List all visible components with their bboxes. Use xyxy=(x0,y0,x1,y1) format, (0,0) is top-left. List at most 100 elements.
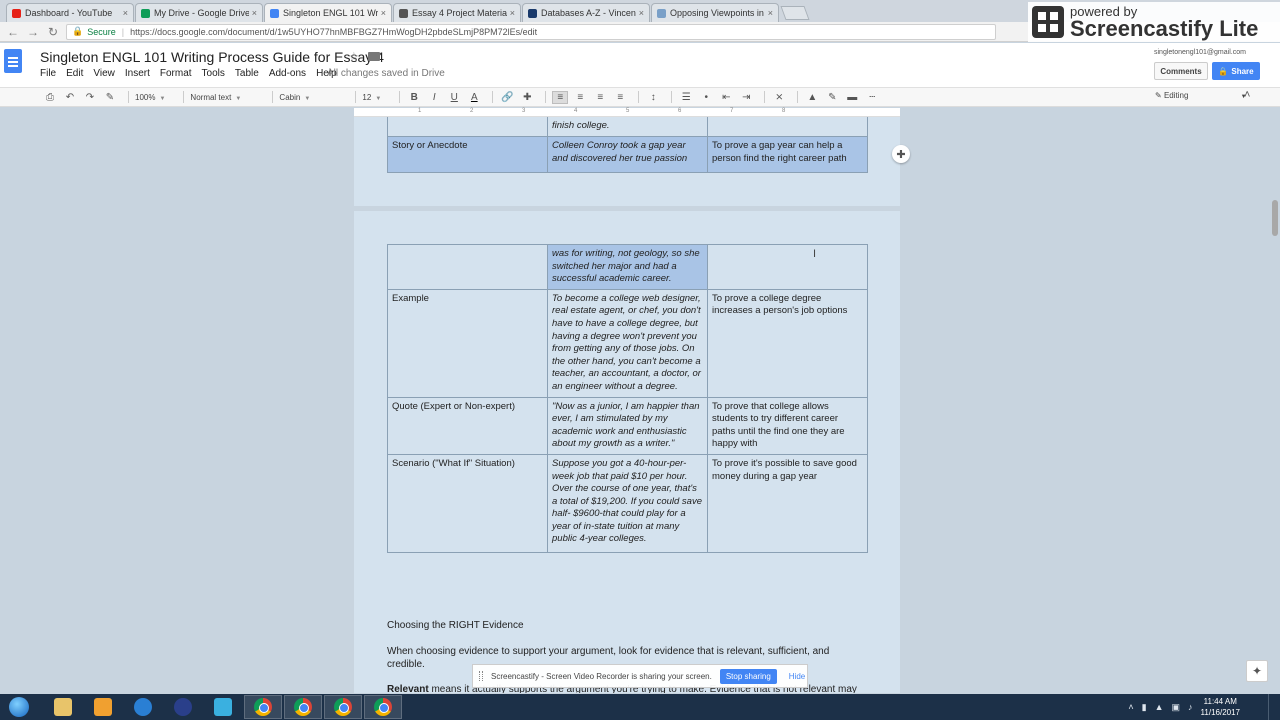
url-input[interactable]: 🔒 Secure | https://docs.google.com/docum… xyxy=(66,23,996,40)
menu-item-format[interactable]: Format xyxy=(160,68,192,79)
table-cell[interactable]: Story or Anecdote xyxy=(387,136,548,173)
share-button[interactable]: 🔒 Share xyxy=(1212,62,1260,80)
bulleted-list-icon[interactable]: • xyxy=(698,92,714,103)
table-row[interactable]: finish college. xyxy=(387,117,868,137)
section-title[interactable]: Choosing the RIGHT Evidence xyxy=(387,620,524,631)
close-icon[interactable]: × xyxy=(123,8,128,18)
show-desktop-button[interactable] xyxy=(1268,694,1280,720)
zoom-select[interactable]: 100% ▼ xyxy=(135,93,165,102)
align-center-icon[interactable]: ≡ xyxy=(572,92,588,103)
font-size-select[interactable]: 12 ▼ xyxy=(362,93,381,102)
bold-icon[interactable]: B xyxy=(406,92,422,103)
hide-button[interactable]: Hide xyxy=(789,672,805,681)
forward-icon[interactable]: → xyxy=(26,25,40,39)
display-icon[interactable]: ▣ xyxy=(1172,702,1181,713)
table-cell[interactable] xyxy=(707,117,868,137)
ruler[interactable]: 1 2 3 4 5 6 7 8 xyxy=(354,108,900,117)
scrollbar[interactable] xyxy=(1272,200,1278,236)
volume-icon[interactable]: ♪ xyxy=(1188,702,1193,712)
taskbar-chrome[interactable] xyxy=(364,695,402,719)
table-row[interactable]: Quote (Expert or Non-expert) "Now as a ju… xyxy=(387,396,868,455)
menu-item-tools[interactable]: Tools xyxy=(202,68,225,79)
table-cell[interactable]: was for writing, not geology, so she swi… xyxy=(547,244,708,290)
add-comment-icon[interactable]: ✚ xyxy=(892,145,910,163)
evidence-table-top[interactable]: finish college. Story or Anecdote Collee… xyxy=(387,117,868,173)
browser-tab[interactable]: Essay 4 Project Materials × xyxy=(393,3,521,22)
user-email[interactable]: singletonengl101@gmail.com xyxy=(1154,49,1246,56)
table-row[interactable]: was for writing, not geology, so she swi… xyxy=(387,244,868,290)
star-icon[interactable]: ☆ xyxy=(348,49,360,65)
save-status[interactable]: All changes saved in Drive xyxy=(327,68,445,79)
taskbar-explorer[interactable] xyxy=(44,695,82,719)
table-row[interactable]: Story or Anecdote Colleen Conroy took a … xyxy=(387,136,868,173)
reload-icon[interactable]: ↻ xyxy=(46,25,60,39)
new-tab-button[interactable] xyxy=(780,6,810,20)
table-cell[interactable] xyxy=(387,117,548,137)
italic-icon[interactable]: I xyxy=(426,92,442,103)
menu-item-table[interactable]: Table xyxy=(235,68,259,79)
table-cell[interactable]: Suppose you got a 40-hour-per-week job t… xyxy=(547,453,708,553)
table-cell[interactable]: To become a college web designer, real e… xyxy=(547,288,708,398)
table-cell[interactable]: To prove it's possible to save good mone… xyxy=(707,453,868,553)
editing-mode-select[interactable]: ✎ Editing ▼ xyxy=(1155,91,1247,100)
decrease-indent-icon[interactable]: ⇤ xyxy=(718,92,734,103)
stop-sharing-button[interactable]: Stop sharing xyxy=(719,668,777,684)
taskbar-ie[interactable] xyxy=(124,695,162,719)
align-right-icon[interactable]: ≡ xyxy=(592,92,608,103)
taskbar-chrome[interactable] xyxy=(324,695,362,719)
table-row[interactable]: Scenario ("What If" Situation) Suppose yo… xyxy=(387,453,868,553)
menu-item-edit[interactable]: Edit xyxy=(66,68,83,79)
close-icon[interactable]: × xyxy=(768,8,773,18)
fill-color-icon[interactable]: ▲ xyxy=(804,92,820,103)
chevron-up-icon[interactable]: ˄ xyxy=(1244,89,1250,101)
table-cell[interactable]: Example xyxy=(387,288,548,398)
align-justify-icon[interactable]: ≡ xyxy=(612,92,628,103)
table-cell[interactable]: Colleen Conroy took a gap year and disco… xyxy=(547,136,708,173)
close-icon[interactable]: × xyxy=(510,8,515,18)
table-cell[interactable] xyxy=(707,244,868,290)
document-canvas[interactable]: finish college. Story or Anecdote Collee… xyxy=(0,117,1280,693)
taskbar-chrome[interactable] xyxy=(244,695,282,719)
link-icon[interactable]: 🔗 xyxy=(499,92,515,103)
menu-item-view[interactable]: View xyxy=(93,68,115,79)
folder-icon[interactable] xyxy=(368,52,380,61)
close-icon[interactable]: × xyxy=(381,8,386,18)
taskbar-media-player[interactable] xyxy=(84,695,122,719)
start-button[interactable] xyxy=(4,695,34,719)
table-cell[interactable] xyxy=(387,244,548,290)
style-select[interactable]: Normal text ▼ xyxy=(190,93,254,102)
table-cell[interactable]: Scenario ("What If" Situation) xyxy=(387,453,548,553)
increase-indent-icon[interactable]: ⇥ xyxy=(738,92,754,103)
menu-item-insert[interactable]: Insert xyxy=(125,68,150,79)
border-width-icon[interactable]: ▬ xyxy=(844,92,860,103)
document-page[interactable]: was for writing, not geology, so she swi… xyxy=(354,211,900,693)
browser-tab[interactable]: Dashboard - YouTube × xyxy=(6,3,134,22)
font-select[interactable]: Cabin ▼ xyxy=(279,93,337,102)
table-row[interactable]: Example To become a college web designer,… xyxy=(387,288,868,398)
comments-button[interactable]: Comments xyxy=(1154,62,1208,80)
table-cell[interactable]: "Now as a junior, I am happier than ever… xyxy=(547,396,708,455)
insert-comment-icon[interactable]: ✚ xyxy=(519,92,535,103)
docs-logo-icon[interactable] xyxy=(4,49,22,73)
table-cell[interactable]: To prove that college allows students to… xyxy=(707,396,868,455)
table-cell[interactable]: To prove a college degree increases a pe… xyxy=(707,288,868,398)
paint-format-icon[interactable]: ✎ xyxy=(102,92,118,103)
align-left-icon[interactable]: ≡ xyxy=(552,90,569,104)
back-icon[interactable]: ← xyxy=(6,25,20,39)
text-color-icon[interactable]: A xyxy=(466,92,482,103)
browser-tab[interactable]: Opposing Viewpoints in × xyxy=(651,3,779,22)
document-page[interactable]: finish college. Story or Anecdote Collee… xyxy=(354,117,900,206)
chevron-up-icon[interactable]: ˄ xyxy=(1128,702,1133,712)
browser-tab[interactable]: Singleton ENGL 101 Wri × xyxy=(264,3,392,22)
taskbar-chrome[interactable] xyxy=(284,695,322,719)
redo-icon[interactable]: ↷ xyxy=(82,92,98,103)
clear-formatting-icon[interactable]: ⨯ xyxy=(771,92,787,103)
table-cell[interactable]: Quote (Expert or Non-expert) xyxy=(387,396,548,455)
evidence-table[interactable]: was for writing, not geology, so she swi… xyxy=(387,244,868,553)
border-dash-icon[interactable]: ┄ xyxy=(864,92,880,103)
table-cell[interactable]: To prove a gap year can help a person fi… xyxy=(707,136,868,173)
menu-item-file[interactable]: File xyxy=(40,68,56,79)
border-color-icon[interactable]: ✎ xyxy=(824,92,840,103)
browser-tab[interactable]: Databases A-Z - Vincenn × xyxy=(522,3,650,22)
menu-item-add-ons[interactable]: Add-ons xyxy=(269,68,306,79)
